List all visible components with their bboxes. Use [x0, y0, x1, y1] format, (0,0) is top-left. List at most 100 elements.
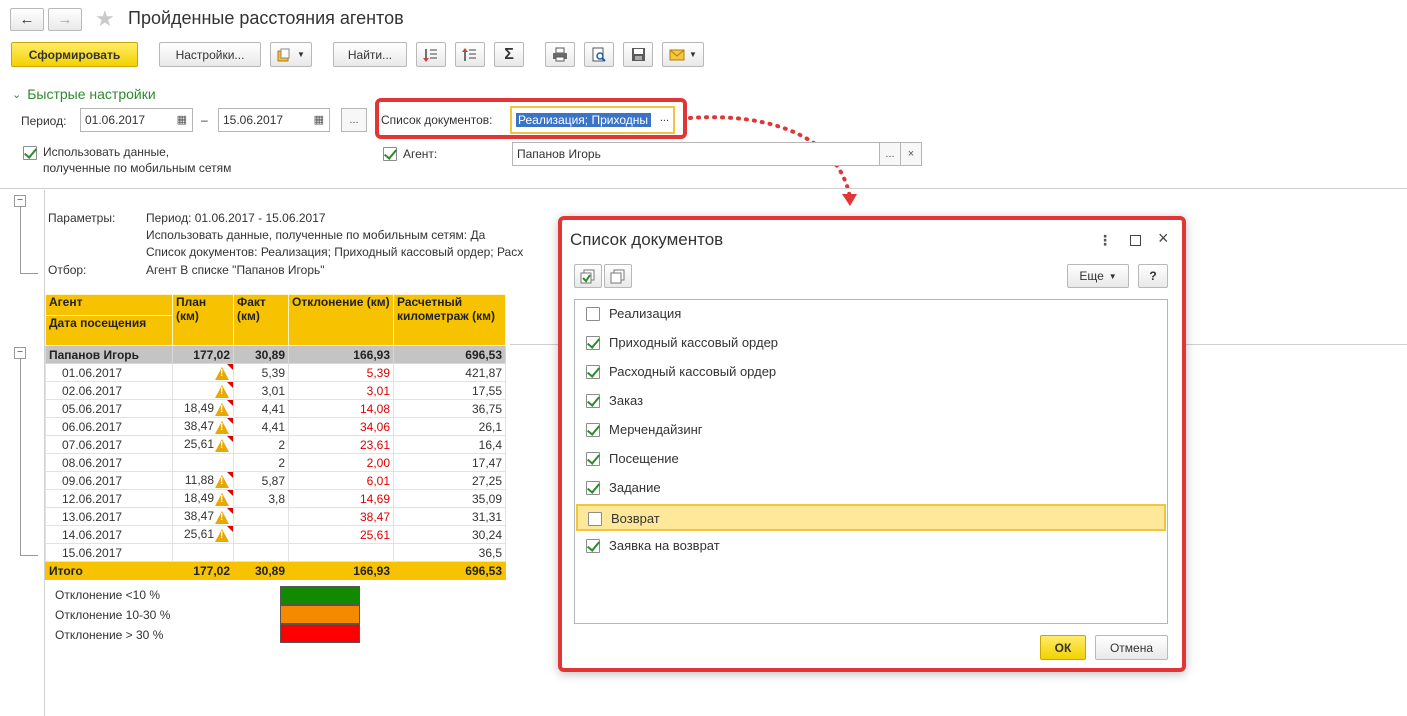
total-deviation: 166,93: [288, 561, 394, 580]
row-deviation: 3,01: [288, 381, 394, 400]
table-row[interactable]: 08.06.2017 2 2,00 17,47: [45, 453, 506, 472]
params-collapse-button[interactable]: −: [14, 195, 26, 207]
more-button[interactable]: Еще ▼: [1067, 264, 1129, 288]
table-row[interactable]: 05.06.2017 18,49 4,4114,0836,75: [45, 399, 506, 418]
list-item[interactable]: Заказ: [576, 388, 1166, 415]
list-item[interactable]: Мерчендайзинг: [576, 417, 1166, 444]
sum-button[interactable]: Σ: [494, 42, 524, 67]
favorite-star-icon[interactable]: ★: [95, 6, 115, 32]
group-collapse-button[interactable]: −: [14, 347, 26, 359]
date-to-field[interactable]: 15.06.2017 ▦: [218, 108, 330, 132]
legend-swatch: [280, 624, 360, 643]
total-fact: 30,89: [233, 561, 289, 580]
table-row[interactable]: 14.06.201725,6125,6130,24: [45, 525, 506, 544]
table-row[interactable]: 12.06.2017 18,49 3,814,6935,09: [45, 489, 506, 508]
help-button[interactable]: ?: [1138, 264, 1168, 288]
agent-clear-button[interactable]: ×: [900, 142, 922, 166]
mobile-data-checkbox[interactable]: [23, 146, 37, 160]
row-plan: 38,47: [172, 507, 234, 526]
chevron-down-icon: ▼: [1108, 271, 1117, 281]
row-fact: 2: [233, 435, 289, 454]
doclist-field[interactable]: Реализация; Приходны ...: [510, 106, 675, 134]
table-row[interactable]: 07.06.2017 25,61 223,6116,4: [45, 435, 506, 454]
check-all-button[interactable]: [574, 264, 602, 288]
table-row[interactable]: 06.06.2017 38,47 4,4134,0626,1: [45, 417, 506, 436]
generate-button[interactable]: Сформировать: [11, 42, 138, 67]
list-item[interactable]: Посещение: [576, 446, 1166, 473]
date-from-field[interactable]: 01.06.2017 ▦: [80, 108, 193, 132]
table-row[interactable]: 02.06.20173,013,0117,55: [45, 381, 506, 400]
more-vert-icon[interactable]: ⋮: [1098, 232, 1112, 249]
chevron-down-icon: ▼: [689, 50, 697, 59]
item-checkbox[interactable]: [586, 423, 600, 437]
item-checkbox[interactable]: [588, 512, 602, 526]
row-fact: 3,01: [233, 381, 289, 400]
row-date: 14.06.2017: [45, 525, 173, 544]
table-row[interactable]: 09.06.2017 11,88 5,876,0127,25: [45, 471, 506, 490]
uncheck-all-button[interactable]: [604, 264, 632, 288]
document-list[interactable]: Реализация Приходный кассовый ордер Расход…: [574, 299, 1168, 624]
row-plan-value: 38,47: [183, 509, 214, 524]
comment-marker: [227, 472, 233, 478]
cancel-button[interactable]: Отмена: [1095, 635, 1168, 660]
agent-field[interactable]: Папанов Игорь: [512, 142, 880, 166]
print-button[interactable]: [545, 42, 575, 67]
close-icon[interactable]: ×: [1158, 228, 1169, 249]
total-row: Итого 177,02 30,89 166,93 696,53: [45, 561, 506, 580]
list-item[interactable]: Заявка на возврат: [576, 533, 1166, 560]
table-row[interactable]: 01.06.20175,395,39421,87: [45, 363, 506, 382]
group-plan: 177,02: [172, 345, 234, 364]
group-calc: 696,53: [393, 345, 506, 364]
variant-dropdown-button[interactable]: ▼: [270, 42, 312, 67]
calendar-icon[interactable]: ▦: [177, 113, 187, 126]
list-item[interactable]: Задание: [576, 475, 1166, 502]
item-checkbox[interactable]: [586, 452, 600, 466]
comment-marker: [227, 490, 233, 496]
row-plan: 18,49: [172, 489, 234, 508]
row-date: 02.06.2017: [45, 381, 173, 400]
item-checkbox[interactable]: [586, 307, 600, 321]
calendar-icon[interactable]: ▦: [314, 113, 324, 126]
back-button[interactable]: ←: [10, 8, 44, 31]
send-email-button[interactable]: ▼: [662, 42, 704, 67]
period-select-button[interactable]: ...: [341, 108, 367, 132]
page-title: Пройденные расстояния агентов: [128, 8, 404, 28]
table-row[interactable]: 15.06.2017 36,5: [45, 543, 506, 562]
comment-marker: [227, 364, 233, 370]
item-checkbox[interactable]: [586, 481, 600, 495]
list-item[interactable]: Возврат: [576, 504, 1166, 531]
quick-settings-toggle[interactable]: ⌄ Быстрые настройки: [12, 86, 156, 102]
collapse-groups-button[interactable]: [455, 42, 485, 67]
row-deviation: 38,47: [288, 507, 394, 526]
item-label: Задание: [609, 480, 661, 495]
group-row[interactable]: Папанов Игорь 177,02 30,89 166,93 696,53: [45, 345, 506, 364]
total-label: Итого: [45, 561, 173, 580]
total-plan: 177,02: [172, 561, 234, 580]
preview-button[interactable]: [584, 42, 614, 67]
find-button[interactable]: Найти...: [333, 42, 407, 67]
row-calc: 17,47: [393, 453, 506, 472]
mobile-data-label-2: полученные по мобильным сетям: [43, 161, 232, 175]
doclist-select-button[interactable]: ...: [660, 112, 669, 124]
list-item[interactable]: Реализация: [576, 301, 1166, 328]
save-button[interactable]: [623, 42, 653, 67]
list-item[interactable]: Приходный кассовый ордер: [576, 330, 1166, 357]
row-calc: 421,87: [393, 363, 506, 382]
forward-button[interactable]: →: [48, 8, 82, 31]
maximize-icon[interactable]: [1130, 235, 1141, 246]
item-checkbox[interactable]: [586, 394, 600, 408]
table-row[interactable]: 13.06.201738,4738,4731,31: [45, 507, 506, 526]
list-item[interactable]: Расходный кассовый ордер: [576, 359, 1166, 386]
expand-groups-button[interactable]: [416, 42, 446, 67]
item-label: Расходный кассовый ордер: [609, 364, 777, 379]
agent-select-button[interactable]: ...: [879, 142, 901, 166]
row-deviation: 23,61: [288, 435, 394, 454]
item-checkbox[interactable]: [586, 365, 600, 379]
agent-checkbox[interactable]: [383, 147, 397, 161]
clear-icon: ×: [907, 148, 915, 160]
params-label: Параметры:: [48, 211, 116, 225]
item-checkbox[interactable]: [586, 539, 600, 553]
settings-button[interactable]: Настройки...: [159, 42, 261, 67]
item-checkbox[interactable]: [586, 336, 600, 350]
ok-button[interactable]: ОК: [1040, 635, 1086, 660]
